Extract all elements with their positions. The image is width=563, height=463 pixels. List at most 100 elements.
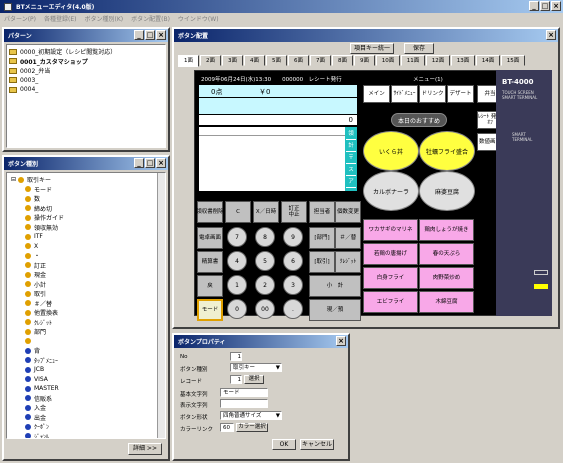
- tab-13[interactable]: 13面: [451, 55, 475, 66]
- tree-item[interactable]: 数: [11, 194, 155, 204]
- tab-4[interactable]: 4面: [244, 55, 265, 66]
- tree-item[interactable]: 出金: [11, 413, 155, 423]
- tab-9[interactable]: 9面: [354, 55, 375, 66]
- tree-scrollbar[interactable]: [157, 173, 165, 438]
- close-button[interactable]: ×: [156, 30, 166, 40]
- tree-item[interactable]: 信販系: [11, 394, 155, 404]
- pattern-item[interactable]: 0003_: [9, 76, 163, 86]
- menu-item-key[interactable]: 白身フライ: [363, 267, 418, 289]
- tree-item[interactable]: 取引: [11, 289, 155, 299]
- mid-key[interactable]: ＃／替: [335, 227, 361, 249]
- tree-item[interactable]: X: [11, 242, 155, 252]
- category-button[interactable]: デザート: [447, 85, 474, 103]
- ops-key[interactable]: X／日時: [253, 201, 279, 223]
- menu-item-key[interactable]: 木綿豆腐: [419, 291, 474, 313]
- menu-item-key[interactable]: ワカサギのマリネ: [363, 219, 418, 241]
- tree-item[interactable]: ・: [11, 251, 155, 261]
- unify-keys-button[interactable]: 項目キー統一: [350, 43, 394, 54]
- tab-12[interactable]: 12面: [426, 55, 450, 66]
- button-type-tree[interactable]: ⊟ 取引キー モード数締め切 操作ガイド 領収無効 ITF X ・訂正 現金 小計 取引 ＃／替 他置…: [6, 172, 166, 439]
- tree-item[interactable]: 小計: [11, 280, 155, 290]
- detail-button[interactable]: 詳細 >>: [128, 443, 162, 455]
- side-key[interactable]: ス: [346, 165, 356, 176]
- tree-item[interactable]: VISA: [11, 375, 155, 385]
- pattern-item[interactable]: 0004_: [9, 85, 163, 95]
- tab-2[interactable]: 2面: [200, 55, 221, 66]
- side-key[interactable]: ア: [346, 177, 356, 188]
- tree-item[interactable]: 訂正: [11, 261, 155, 271]
- tab-15[interactable]: 15面: [501, 55, 525, 66]
- numpad-key[interactable]: 5: [255, 251, 275, 271]
- tree-item[interactable]: 背: [11, 346, 155, 356]
- numpad-key[interactable]: 9: [283, 227, 303, 247]
- category-button[interactable]: ドリンク: [419, 85, 446, 103]
- mid-key[interactable]: [取引]: [309, 251, 335, 273]
- numpad-key[interactable]: 00: [255, 299, 275, 319]
- pattern-item[interactable]: 0000_初期設定（レシピ閲覧対応）: [9, 47, 163, 57]
- mid-key[interactable]: ｸﾚｼﾞｯﾄ: [335, 251, 361, 273]
- menu-button-layout[interactable]: ボタン配置(B): [131, 14, 170, 23]
- maximize-button[interactable]: □: [540, 1, 550, 11]
- ops-key[interactable]: C: [225, 201, 251, 223]
- menu-item-key[interactable]: エビフライ: [363, 291, 418, 313]
- ops-key[interactable]: 領収書削除: [196, 201, 224, 223]
- menu-button-type[interactable]: ボタン種別(K): [84, 14, 123, 23]
- mid-key[interactable]: 現／預: [309, 299, 361, 321]
- menu-item-key[interactable]: 鶏肉しょうが焼き: [419, 219, 474, 241]
- tree-item[interactable]: ｸｰﾎﾟﾝ: [11, 422, 155, 432]
- close-button[interactable]: ×: [336, 336, 346, 346]
- side-key[interactable]: 領: [346, 129, 356, 140]
- side-key[interactable]: 〒: [346, 153, 356, 164]
- close-button[interactable]: ×: [546, 30, 556, 40]
- numpad-key[interactable]: 6: [283, 251, 303, 271]
- numpad-key[interactable]: .: [283, 299, 303, 319]
- numpad-key[interactable]: 8: [255, 227, 275, 247]
- menu-registrations[interactable]: 各種登録(E): [44, 14, 76, 23]
- tree-root[interactable]: ⊟ 取引キー: [11, 175, 155, 185]
- tree-item[interactable]: モード: [11, 185, 155, 195]
- tree-item[interactable]: 操作ガイド: [11, 213, 155, 223]
- tree-item[interactable]: MASTER: [11, 384, 155, 394]
- close-button[interactable]: ×: [551, 1, 561, 11]
- tab-14[interactable]: 14面: [476, 55, 500, 66]
- left-key[interactable]: 戻: [197, 275, 223, 297]
- menu-item-key[interactable]: 若鶏の唐揚げ: [363, 243, 418, 265]
- left-key[interactable]: 精算書: [197, 251, 223, 273]
- left-key[interactable]: 電卓画面: [197, 227, 223, 249]
- tree-item[interactable]: ＃／替: [11, 299, 155, 309]
- tree-item[interactable]: 部門: [11, 327, 155, 337]
- tree-item[interactable]: 他置換表: [11, 308, 155, 318]
- left-key[interactable]: モード: [197, 299, 223, 321]
- select-button[interactable]: 選択: [244, 375, 264, 384]
- tab-5[interactable]: 5面: [266, 55, 287, 66]
- pattern-item[interactable]: 0002_弁当: [9, 66, 163, 76]
- maximize-button[interactable]: □: [145, 158, 155, 168]
- ops-key[interactable]: 担当者: [309, 201, 335, 223]
- cancel-button[interactable]: キャンセル: [300, 439, 334, 450]
- tab-7[interactable]: 7面: [310, 55, 331, 66]
- tree-item[interactable]: ﾀｯﾌﾟﾒﾆｭｰ: [11, 356, 155, 366]
- display-string-field[interactable]: [220, 399, 268, 408]
- save-button[interactable]: 保存: [404, 43, 434, 54]
- minimize-button[interactable]: _: [134, 30, 144, 40]
- shape-select[interactable]: 四角普通サイズ ▼: [220, 411, 282, 420]
- tree-item[interactable]: 現金: [11, 270, 155, 280]
- mapo-tofu-button[interactable]: 麻婆豆腐: [419, 171, 475, 211]
- tab-1[interactable]: 1面: [178, 55, 199, 67]
- tab-10[interactable]: 10面: [376, 55, 400, 66]
- tab-6[interactable]: 6面: [288, 55, 309, 66]
- numpad-key[interactable]: 3: [283, 275, 303, 295]
- numpad-key[interactable]: 2: [255, 275, 275, 295]
- ok-button[interactable]: OK: [272, 439, 296, 450]
- menu-pattern[interactable]: パターン(P): [4, 14, 36, 23]
- category-button[interactable]: メイン: [363, 85, 390, 103]
- numpad-key[interactable]: 7: [227, 227, 247, 247]
- side-key[interactable]: 計: [346, 141, 356, 152]
- close-button[interactable]: ×: [156, 158, 166, 168]
- mid-key[interactable]: [部門]: [309, 227, 335, 249]
- tab-3[interactable]: 3面: [222, 55, 243, 66]
- tree-item[interactable]: JCB: [11, 365, 155, 375]
- tab-11[interactable]: 11面: [401, 55, 425, 66]
- minimize-button[interactable]: _: [529, 1, 539, 11]
- maximize-button[interactable]: □: [145, 30, 155, 40]
